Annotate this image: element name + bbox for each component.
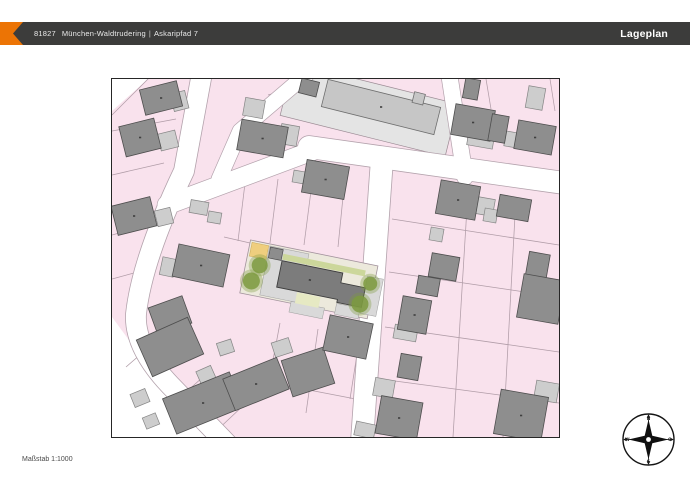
compass-center-dot [646, 437, 651, 442]
compass-label-south: S [647, 459, 650, 465]
subject-garage [268, 247, 283, 260]
compass-label-west: W [625, 437, 630, 443]
scale-label: Maßstab 1:1000 [22, 456, 73, 463]
header-bar: 81827München-Waldtrudering|Askaripfad 7 … [0, 22, 690, 45]
location-name: München-Waldtrudering [62, 29, 146, 38]
header-address: 81827 München-Waldtrudering|Askaripfad 7 [34, 29, 198, 38]
compass-rose: N O S W [620, 411, 677, 468]
site-plan-map [111, 78, 560, 438]
compass-label-north: N [647, 416, 651, 422]
street-name: Askaripfad 7 [154, 29, 198, 38]
page-title: Lageplan [620, 28, 668, 40]
address-separator: | [149, 29, 151, 38]
header-dark-bar: 81827München-Waldtrudering|Askaripfad 7 … [13, 22, 690, 45]
site-plan-svg [112, 79, 559, 437]
postal-code: 81827 [34, 29, 56, 38]
compass-label-east: O [668, 437, 672, 443]
